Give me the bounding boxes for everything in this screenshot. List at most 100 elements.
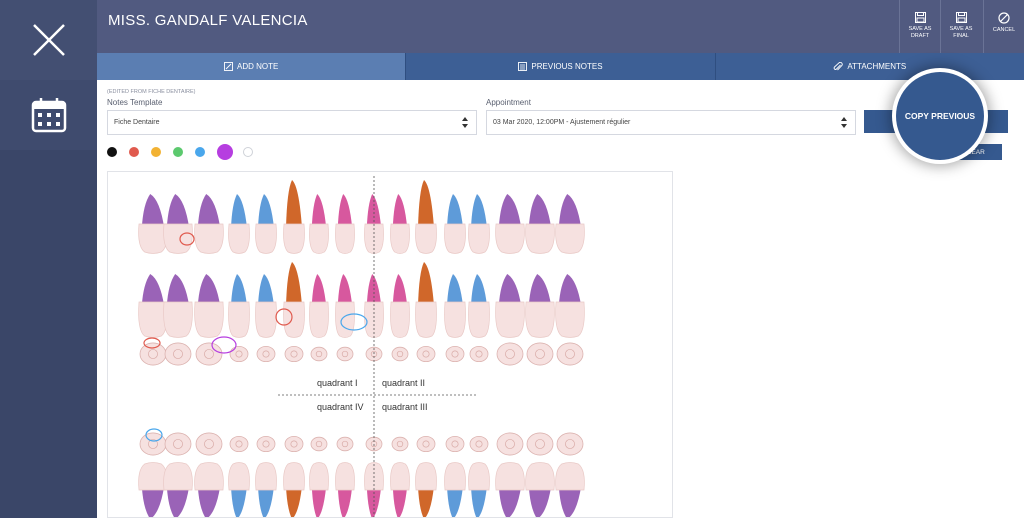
tooth[interactable]: [309, 194, 329, 254]
tooth[interactable]: [283, 262, 305, 338]
tooth-occlusal[interactable]: [310, 346, 328, 362]
calendar-button[interactable]: [0, 80, 97, 150]
tab-add-note[interactable]: ADD NOTE: [97, 53, 407, 80]
tooth[interactable]: [194, 462, 224, 518]
tooth[interactable]: [228, 274, 250, 338]
tooth[interactable]: [468, 274, 490, 338]
tooth-occlusal[interactable]: [195, 432, 223, 456]
tooth-occlusal[interactable]: [526, 342, 554, 366]
color-swatch-purple[interactable]: [217, 144, 233, 160]
tooth[interactable]: [194, 194, 224, 254]
tooth-occlusal[interactable]: [256, 435, 276, 453]
color-swatch-yellow[interactable]: [151, 147, 161, 157]
tooth-occlusal[interactable]: [195, 342, 223, 366]
tooth[interactable]: [309, 274, 329, 338]
tooth[interactable]: [228, 462, 250, 518]
tooth-occlusal[interactable]: [445, 435, 465, 453]
tab-previous-notes[interactable]: PREVIOUS NOTES: [406, 53, 716, 80]
tooth[interactable]: [255, 194, 277, 254]
tooth[interactable]: [163, 274, 193, 338]
tooth[interactable]: [283, 180, 305, 254]
tooth-occlusal[interactable]: [284, 345, 304, 363]
color-swatch-green[interactable]: [173, 147, 183, 157]
tooth-occlusal[interactable]: [556, 432, 584, 456]
tooth[interactable]: [444, 274, 466, 338]
tooth[interactable]: [525, 462, 555, 518]
save-final-button[interactable]: SAVE AS FINAL: [940, 0, 981, 53]
tooth-occlusal[interactable]: [336, 346, 354, 362]
tooth[interactable]: [138, 462, 168, 518]
tooth[interactable]: [138, 194, 168, 254]
tooth[interactable]: [335, 462, 355, 518]
tooth-root: [558, 274, 582, 306]
tooth-occlusal[interactable]: [469, 345, 489, 363]
tooth[interactable]: [415, 180, 437, 254]
tooth-occlusal[interactable]: [469, 435, 489, 453]
color-swatch-red[interactable]: [129, 147, 139, 157]
tooth[interactable]: [525, 194, 555, 254]
tooth-occlusal[interactable]: [391, 436, 409, 452]
tooth[interactable]: [415, 462, 437, 518]
tooth[interactable]: [390, 274, 410, 338]
tab-attachments-label: ATTACHMENTS: [847, 62, 907, 71]
tooth[interactable]: [138, 274, 168, 338]
tooth-occlusal[interactable]: [164, 342, 192, 366]
tooth[interactable]: [555, 274, 585, 338]
teeth-diagram[interactable]: [108, 172, 673, 518]
tooth-occlusal[interactable]: [496, 342, 524, 366]
color-swatch-black[interactable]: [107, 147, 117, 157]
tooth[interactable]: [163, 462, 193, 518]
cancel-button[interactable]: CANCEL: [983, 0, 1024, 53]
color-swatch-blue[interactable]: [195, 147, 205, 157]
appointment-select[interactable]: 03 Mar 2020, 12:00PM - Ajustement réguli…: [486, 110, 856, 135]
close-button[interactable]: [0, 0, 97, 80]
tooth[interactable]: [390, 462, 410, 518]
tab-attachments[interactable]: ATTACHMENTS: [716, 53, 1024, 80]
color-swatch-white[interactable]: [243, 147, 253, 157]
tooth-root: [141, 194, 165, 228]
tooth-occlusal[interactable]: [496, 432, 524, 456]
tooth[interactable]: [495, 274, 525, 338]
tooth-root: [337, 194, 353, 228]
tooth-occlusal[interactable]: [556, 342, 584, 366]
notes-template-select[interactable]: Fiche Dentaire: [107, 110, 477, 135]
tooth[interactable]: [228, 194, 250, 254]
copy-previous-button[interactable]: COPY PREVIOUS: [896, 72, 984, 160]
tooth-crown: [525, 462, 555, 491]
tooth-root: [231, 486, 247, 517]
tooth[interactable]: [309, 462, 329, 518]
tooth[interactable]: [525, 274, 555, 338]
tooth-occlusal[interactable]: [310, 436, 328, 452]
dental-chart[interactable]: quadrant I quadrant II quadrant IV quadr…: [107, 171, 673, 518]
tooth[interactable]: [555, 194, 585, 254]
tooth-occlusal[interactable]: [416, 435, 436, 453]
tooth-occlusal[interactable]: [139, 342, 167, 366]
tooth[interactable]: [495, 194, 525, 254]
tooth[interactable]: [444, 194, 466, 254]
tooth[interactable]: [255, 462, 277, 518]
tooth-crown: [138, 301, 168, 338]
tooth-occlusal[interactable]: [256, 345, 276, 363]
tooth-occlusal[interactable]: [229, 345, 249, 363]
tooth[interactable]: [415, 262, 437, 338]
tooth-occlusal[interactable]: [391, 346, 409, 362]
tooth[interactable]: [468, 462, 490, 518]
tooth[interactable]: [194, 274, 224, 338]
tooth-occlusal[interactable]: [526, 432, 554, 456]
pencil-icon: [224, 62, 233, 71]
tooth[interactable]: [495, 462, 525, 518]
tooth[interactable]: [283, 462, 305, 518]
tooth[interactable]: [444, 462, 466, 518]
tooth-occlusal[interactable]: [336, 436, 354, 452]
tooth-occlusal[interactable]: [445, 345, 465, 363]
tooth[interactable]: [390, 194, 410, 254]
tooth-occlusal[interactable]: [164, 432, 192, 456]
tooth[interactable]: [468, 194, 490, 254]
tooth-occlusal[interactable]: [229, 435, 249, 453]
tooth[interactable]: [255, 274, 277, 338]
save-draft-button[interactable]: SAVE AS DRAFT: [899, 0, 940, 53]
tooth[interactable]: [555, 462, 585, 518]
tooth-occlusal[interactable]: [284, 435, 304, 453]
tooth[interactable]: [335, 194, 355, 254]
tooth-occlusal[interactable]: [416, 345, 436, 363]
